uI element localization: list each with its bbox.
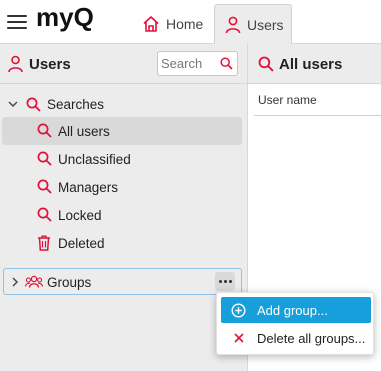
plus-circle-icon <box>231 303 246 318</box>
search-item-label: Locked <box>58 207 102 223</box>
users-group-icon <box>25 275 43 288</box>
menu-item-label: Add group... <box>257 303 328 318</box>
tab-home-label: Home <box>166 16 204 32</box>
search-icon <box>26 97 41 112</box>
logo-text: myQ <box>36 4 94 32</box>
search-icon <box>258 56 274 72</box>
left-pane-title: Users <box>29 56 71 73</box>
search-item-unclassified[interactable]: Unclassified <box>2 145 242 173</box>
more-icon <box>218 280 222 283</box>
trash-icon <box>38 235 50 251</box>
users-left-pane: Users Searches All users Uncla <box>0 44 248 371</box>
search-item-label: All users <box>58 123 110 139</box>
searches-label: Searches <box>47 96 105 112</box>
search-item-label: Unclassified <box>58 151 131 167</box>
search-item-label: Deleted <box>58 235 105 251</box>
hamburger-menu-icon[interactable] <box>7 14 27 30</box>
user-icon <box>8 55 23 73</box>
chevron-down-icon[interactable] <box>8 100 20 108</box>
search-icon <box>37 123 52 138</box>
search-item-all-users[interactable]: All users <box>2 117 242 145</box>
search-icon <box>37 151 52 166</box>
search-item-locked[interactable]: Locked <box>2 201 242 229</box>
menu-item-delete-all-groups[interactable]: Delete all groups... <box>221 325 371 351</box>
user-icon <box>225 16 241 34</box>
menu-item-add-group[interactable]: Add group... <box>221 297 371 323</box>
chevron-right-icon[interactable] <box>11 277 19 287</box>
myq-logo[interactable]: myQ <box>36 4 116 34</box>
top-bar: myQ Home Users <box>0 0 381 45</box>
search-item-managers[interactable]: Managers <box>2 173 242 201</box>
column-header-user-name[interactable]: User name <box>254 84 381 116</box>
search-icon[interactable] <box>220 57 233 70</box>
left-pane-header: Users <box>0 44 248 84</box>
groups-node[interactable]: Groups <box>3 268 242 295</box>
home-icon <box>143 16 159 32</box>
search-icon <box>37 207 52 222</box>
tab-home[interactable]: Home <box>132 4 212 44</box>
x-icon <box>234 333 244 343</box>
right-pane-title: All users <box>279 56 343 73</box>
search-item-deleted[interactable]: Deleted <box>2 229 242 257</box>
search-input[interactable] <box>161 55 219 72</box>
tab-users-label: Users <box>247 17 284 33</box>
groups-label: Groups <box>47 275 92 290</box>
search-box[interactable] <box>157 51 238 76</box>
groups-context-menu: Add group... Delete all groups... <box>216 292 374 355</box>
tab-users[interactable]: Users <box>214 4 292 45</box>
searches-node[interactable]: Searches <box>8 90 243 118</box>
search-icon <box>37 179 52 194</box>
right-pane-header: All users <box>248 44 381 84</box>
search-item-label: Managers <box>58 179 119 195</box>
more-options-button[interactable] <box>215 272 235 291</box>
menu-item-label: Delete all groups... <box>257 331 366 346</box>
